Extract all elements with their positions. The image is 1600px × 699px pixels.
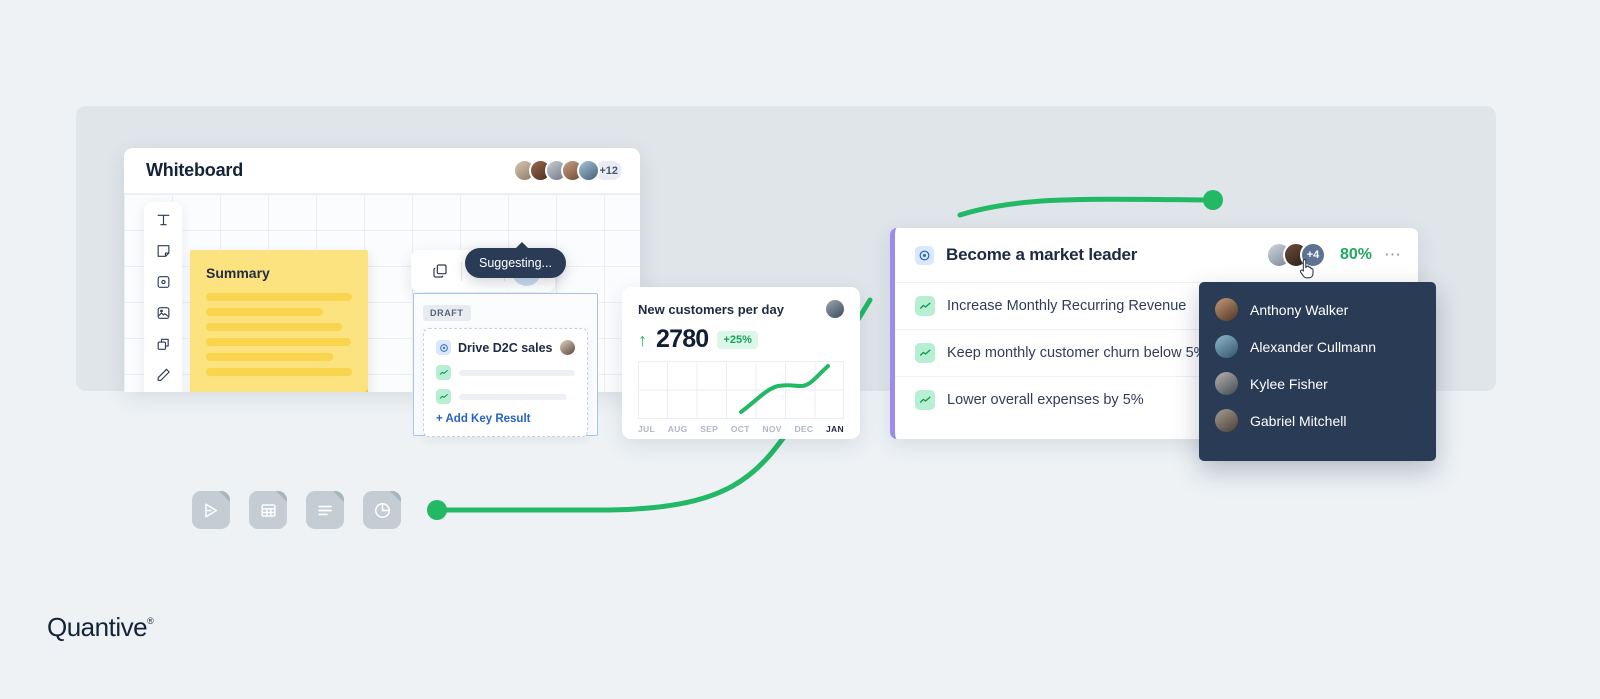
metric-value: 2780: [656, 325, 709, 353]
key-result-icon: [436, 389, 451, 404]
sticky-note-line: [206, 323, 342, 331]
screenshot-root: Whiteboard +12 Summary Suggesting... DRA…: [0, 0, 1600, 699]
toolbar-divider: [461, 261, 462, 281]
draft-objective-title: Drive D2C sales: [458, 340, 553, 355]
metric-chart-svg: [638, 361, 844, 419]
people-dropdown-item[interactable]: Kylee Fisher: [1199, 365, 1436, 402]
draft-objective-container[interactable]: DRAFT Drive D2C sales + Add Key Result: [413, 293, 598, 437]
draft-objective-header: Drive D2C sales: [436, 340, 575, 355]
objective-tool-icon[interactable]: [155, 274, 172, 290]
axis-tick: OCT: [730, 424, 750, 434]
key-result-icon: [915, 296, 935, 316]
people-dropdown-label: Anthony Walker: [1250, 301, 1349, 318]
avatar: [1215, 335, 1238, 358]
objective-icon: [436, 340, 451, 355]
axis-tick: SEP: [700, 424, 719, 434]
key-result-placeholder-bar: [459, 393, 568, 400]
objective-header: Become a market leader +4 80% ⋯: [895, 228, 1418, 283]
whiteboard-avatar-group[interactable]: +12: [513, 159, 624, 182]
sticky-note-fold: [355, 389, 368, 392]
people-dropdown-label: Kylee Fisher: [1250, 375, 1328, 392]
avatar[interactable]: [560, 340, 575, 355]
people-dropdown-label: Gabriel Mitchell: [1250, 412, 1347, 429]
key-result-label: Increase Monthly Recurring Revenue: [947, 298, 1187, 314]
sticky-note-tool-icon[interactable]: [155, 243, 172, 259]
registered-mark: ®: [147, 616, 154, 626]
avatar[interactable]: [826, 300, 844, 318]
whiteboard-header: Whiteboard +12: [124, 148, 640, 194]
axis-tick-current: JAN: [826, 424, 844, 434]
whiteboard-tool-rail[interactable]: [144, 202, 182, 392]
people-dropdown[interactable]: Anthony Walker Alexander Cullmann Kylee …: [1199, 282, 1436, 461]
duplicate-button[interactable]: [423, 254, 457, 288]
trend-up-icon: ↑: [638, 329, 647, 350]
shapes-tool-icon[interactable]: [155, 336, 172, 352]
avatar: [1215, 298, 1238, 321]
avatar: [1215, 372, 1238, 395]
sticky-note-line: [206, 293, 352, 301]
cursor-pointer-icon: [1299, 259, 1314, 279]
pencil-tool-icon[interactable]: [155, 367, 172, 383]
metric-value-row: ↑ 2780 +25%: [638, 325, 844, 354]
sticky-note-line: [206, 308, 323, 316]
axis-tick: NOV: [762, 424, 782, 434]
file-type-icon-row: [192, 491, 401, 529]
key-result-label: Lower overall expenses by 5%: [947, 392, 1144, 408]
connector-dot-end: [1203, 190, 1223, 210]
suggesting-tooltip: Suggesting...: [465, 242, 566, 278]
connector-dot-start: [427, 500, 447, 520]
spreadsheet-file-icon[interactable]: [249, 491, 287, 529]
key-result-placeholder-row[interactable]: [436, 389, 575, 404]
key-result-icon: [915, 343, 935, 363]
people-dropdown-item[interactable]: Gabriel Mitchell: [1199, 402, 1436, 439]
image-tool-icon[interactable]: [155, 305, 172, 321]
axis-tick: AUG: [667, 424, 688, 434]
chart-file-icon[interactable]: [363, 491, 401, 529]
key-result-placeholder-bar: [459, 369, 575, 376]
duplicate-icon: [433, 264, 447, 278]
avatar: [1215, 409, 1238, 432]
objective-title: Become a market leader: [946, 245, 1138, 264]
document-file-icon[interactable]: [306, 491, 344, 529]
metric-chart-axis: JUL AUG SEP OCT NOV DEC JAN: [638, 424, 844, 434]
sticky-note-line: [206, 368, 352, 376]
objective-menu-button[interactable]: ⋯: [1384, 246, 1402, 263]
sticky-note-line: [206, 353, 334, 361]
key-result-icon: [436, 365, 451, 380]
metric-header: New customers per day: [638, 300, 844, 318]
metric-chart: [638, 361, 844, 419]
draft-badge: DRAFT: [423, 305, 471, 321]
objective-icon: [915, 245, 934, 265]
sticky-note-line: [206, 338, 351, 346]
axis-tick: JUL: [638, 424, 655, 434]
metric-title: New customers per day: [638, 301, 784, 317]
people-dropdown-label: Alexander Cullmann: [1250, 338, 1377, 355]
metric-card: New customers per day ↑ 2780 +25% JUL AU…: [622, 287, 860, 439]
axis-tick: DEC: [794, 424, 814, 434]
objective-progress: 80%: [1339, 246, 1372, 263]
key-result-label: Keep monthly customer churn below 5%: [947, 345, 1207, 361]
draft-objective-card[interactable]: Drive D2C sales + Add Key Result: [423, 328, 588, 437]
brand-logo: Quantive ®: [47, 612, 154, 643]
sticky-note-title: Summary: [206, 265, 270, 281]
text-tool-icon[interactable]: [155, 212, 172, 228]
key-result-icon: [915, 390, 935, 410]
sticky-note[interactable]: Summary: [190, 250, 368, 392]
whiteboard-title: Whiteboard: [146, 160, 243, 180]
key-result-placeholder-row[interactable]: [436, 365, 575, 380]
people-dropdown-item[interactable]: Alexander Cullmann: [1199, 328, 1436, 365]
add-key-result-button[interactable]: + Add Key Result: [436, 413, 575, 425]
presentation-file-icon[interactable]: [192, 491, 230, 529]
brand-name: Quantive: [47, 612, 148, 642]
metric-delta-badge: +25%: [717, 330, 758, 349]
people-dropdown-item[interactable]: Anthony Walker: [1199, 291, 1436, 328]
